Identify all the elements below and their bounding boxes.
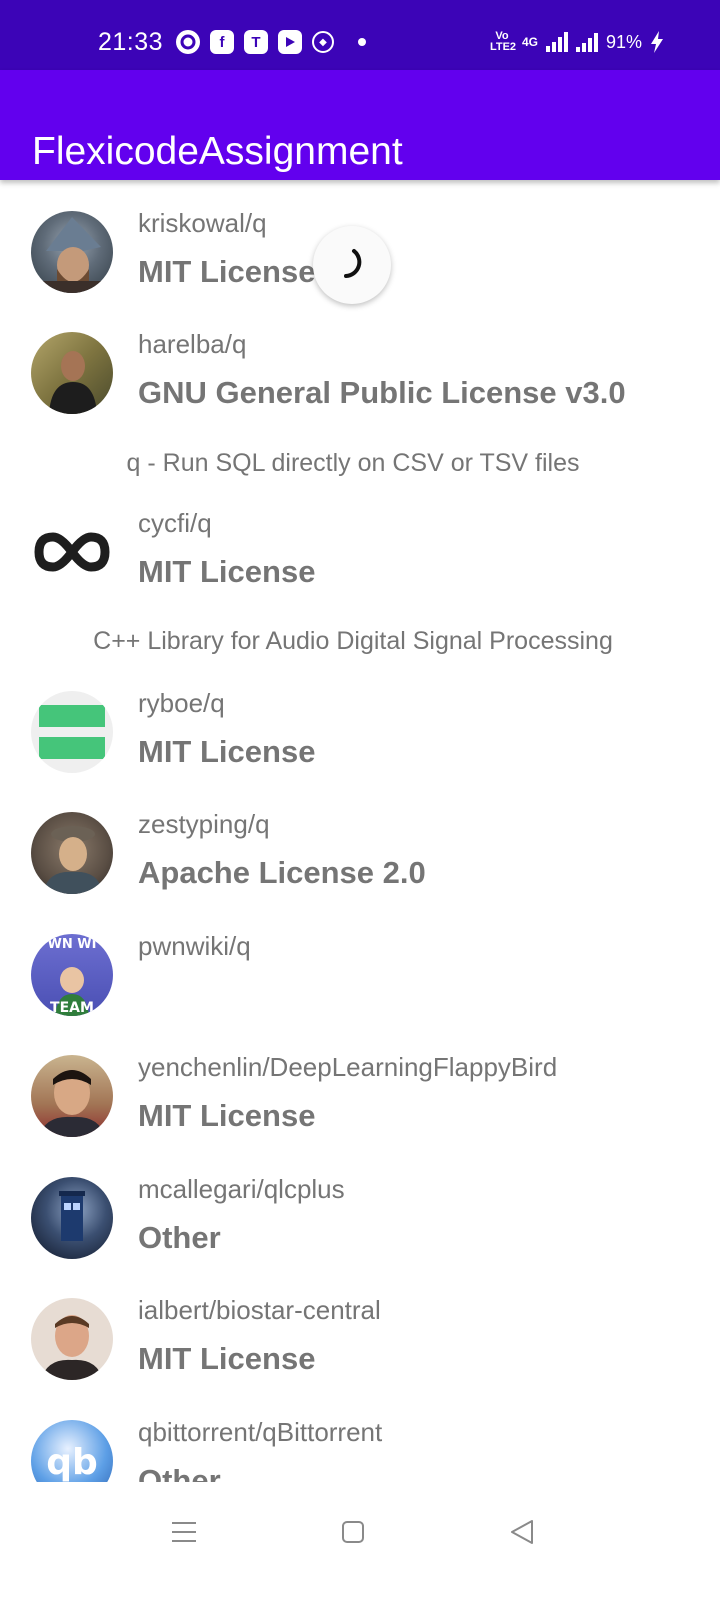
status-time: 21:33 [98, 28, 164, 56]
repo-license: MIT License [138, 1098, 316, 1133]
facebook-icon: f [210, 30, 234, 54]
repo-list-item[interactable]: WN WI TEAM pwnwiki/q [0, 903, 720, 1024]
repo-list-item[interactable]: cycfi/q MIT License C++ Library for Audi… [0, 480, 720, 660]
repo-list-item[interactable]: ryboe/q MIT License [0, 660, 720, 781]
repo-name: mcallegari/qlcplus [138, 1174, 345, 1204]
repo-description: C++ Library for Audio Digital Signal Pro… [93, 627, 613, 655]
progress-arc-icon [344, 249, 362, 278]
system-nav-bar [0, 1482, 720, 1600]
repo-name: kriskowal/q [138, 208, 267, 238]
repo-license: Other [138, 1463, 221, 1482]
charging-bolt-icon [651, 31, 663, 53]
battery-percent: 91% [605, 31, 642, 52]
repo-owner-avatar: WN WI TEAM [31, 934, 113, 1016]
repo-name: ryboe/q [138, 688, 225, 718]
repo-owner-avatar [31, 211, 113, 293]
avatar-logo-text: qb [46, 1442, 98, 1482]
more-notifications-dot-icon [358, 38, 366, 46]
repo-list-item[interactable]: qb qbittorrent/qBittorrent Other [0, 1389, 720, 1482]
status-bar: 21:33 f T ◆ Vo LTE2 4G 91% [0, 0, 720, 70]
repo-owner-avatar: qb [31, 1420, 113, 1482]
repo-name: qbittorrent/qBittorrent [138, 1417, 383, 1447]
repo-name: zestyping/q [138, 809, 270, 839]
loading-spinner [313, 226, 391, 304]
repo-owner-avatar [31, 812, 113, 894]
repo-list-item[interactable]: mcallegari/qlcplus Other [0, 1146, 720, 1267]
repo-name: pwnwiki/q [138, 931, 251, 961]
repo-list-item[interactable]: zestyping/q Apache License 2.0 [0, 781, 720, 903]
network-type-label: 4G [521, 35, 538, 49]
menu-icon [172, 1522, 196, 1542]
repo-owner-avatar [31, 1177, 113, 1259]
teams-icon: T [244, 30, 268, 54]
status-notification-icons: f T ◆ [176, 30, 366, 54]
recent-apps-button[interactable] [164, 1512, 204, 1552]
repo-list-item[interactable]: yenchenlin/DeepLearningFlappyBird MIT Li… [0, 1024, 720, 1146]
repo-name: harelba/q [138, 329, 247, 359]
repo-license: GNU General Public License v3.0 [138, 375, 626, 410]
repo-owner-avatar [31, 1298, 113, 1380]
repo-license: MIT License [138, 734, 316, 769]
app-bar: FlexicodeAssignment [0, 70, 720, 180]
home-button[interactable] [333, 1512, 373, 1552]
hexagon-app-icon: ◆ [312, 31, 334, 53]
repo-license: MIT License [138, 254, 316, 289]
repo-description: q - Run SQL directly on CSV or TSV files [126, 449, 580, 477]
avatar-caption-top: WN WI [48, 937, 97, 952]
repo-owner-avatar [31, 332, 113, 414]
signal-sim2-icon [575, 32, 598, 52]
avatar-caption-bottom: TEAM [50, 1000, 94, 1016]
repo-owner-avatar [31, 1055, 113, 1137]
volte-icon: Vo LTE2 [489, 30, 517, 53]
repo-license: Apache License 2.0 [138, 855, 426, 890]
youtube-icon [278, 30, 302, 54]
status-system-icons: Vo LTE2 4G 91% [490, 31, 664, 53]
repo-owner-avatar [31, 691, 113, 773]
repo-list[interactable]: kriskowal/q MIT License harelba/q GNU Ge… [0, 180, 720, 1482]
repo-license: MIT License [138, 1341, 316, 1376]
repo-name: ialbert/biostar-central [138, 1295, 381, 1325]
repo-owner-avatar [31, 511, 113, 593]
repo-license: MIT License [138, 554, 316, 589]
repo-list-item[interactable]: harelba/q GNU General Public License v3.… [0, 301, 720, 480]
repo-name: yenchenlin/DeepLearningFlappyBird [138, 1052, 558, 1082]
back-button[interactable] [502, 1512, 542, 1552]
browser-icon [176, 30, 200, 54]
home-square-icon [342, 1521, 364, 1543]
repo-list-item[interactable]: ialbert/biostar-central MIT License [0, 1267, 720, 1389]
repo-license: Other [138, 1220, 221, 1255]
signal-sim1-icon [545, 32, 568, 52]
repo-name: cycfi/q [138, 508, 212, 538]
back-triangle-icon [511, 1520, 533, 1544]
app-title: FlexicodeAssignment [32, 130, 403, 174]
